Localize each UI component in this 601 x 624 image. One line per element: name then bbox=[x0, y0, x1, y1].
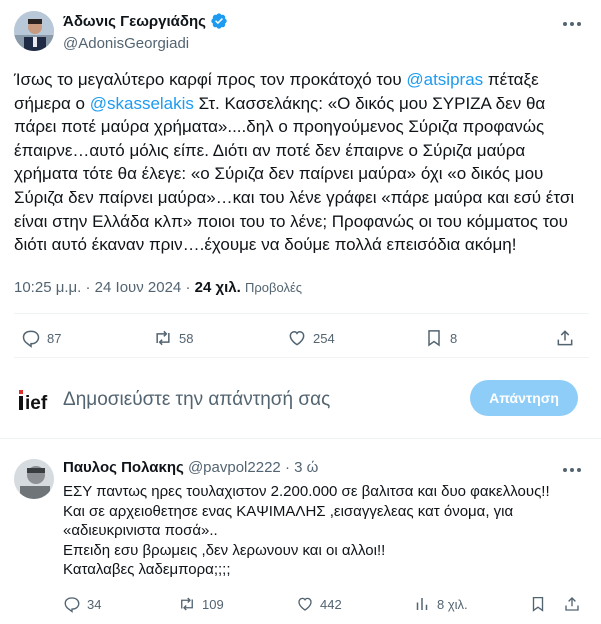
reply-share-action[interactable] bbox=[563, 595, 587, 613]
reply-line: «αδιευκρινιστα ποσά».. bbox=[63, 522, 218, 539]
reply-retweet-count: 109 bbox=[202, 596, 224, 612]
like-count: 254 bbox=[313, 330, 335, 346]
reply-line: Και σε αρχειοθετησε ενας ΚΑΨΙΜΑΛΗΣ ,εισα… bbox=[63, 502, 514, 520]
retweet-icon bbox=[181, 597, 193, 611]
reply-retweet-action[interactable]: 109 bbox=[178, 595, 224, 613]
share-icon bbox=[557, 330, 573, 346]
reply-like-action[interactable]: 442 bbox=[296, 595, 342, 613]
reply-views-action[interactable]: 8 χιλ. bbox=[413, 595, 468, 613]
tweet-line: Ίσως το μεγαλύτερο καρφί προς τον προκάτ… bbox=[14, 68, 589, 92]
mention-link[interactable]: @atsipras bbox=[406, 70, 483, 89]
tweet-line: Σύριζα δεν παίρνει μαύρα»…και του λένε γ… bbox=[14, 186, 589, 210]
tweet-text-segment: πέταξε bbox=[483, 70, 539, 89]
reply-reply-action[interactable]: 34 bbox=[63, 595, 101, 613]
reply-icon bbox=[22, 330, 40, 348]
tweet-text-segment: σήμερα ο bbox=[14, 93, 90, 113]
bookmark-icon bbox=[428, 330, 440, 347]
share-action[interactable] bbox=[555, 328, 581, 348]
reply-bookmark-action[interactable] bbox=[529, 595, 553, 613]
reply-header: Παυλος Πολακης @pavpol2222 · 3 ώ bbox=[63, 459, 318, 476]
heart-icon bbox=[298, 597, 312, 611]
heart-icon bbox=[289, 330, 305, 346]
bookmark-icon bbox=[532, 596, 544, 612]
tweet-line: έπαιρνε…αυτό μόλις είπε. Διότι αν ποτέ δ… bbox=[14, 139, 589, 163]
reply-separator: · bbox=[284, 459, 290, 476]
tweet-text-segment: χρήματα τότε θα έλεγε: «ο Σύριζα δεν παί… bbox=[14, 164, 544, 184]
tweet-line: είναι στην Ελλάδα κλπ» ποιοι του το λένε… bbox=[14, 210, 589, 234]
reply-views-count: 8 χιλ. bbox=[437, 596, 468, 612]
divider bbox=[14, 357, 589, 358]
author-avatar[interactable] bbox=[14, 11, 54, 51]
tweet-line: σήμερα ο @skasselakis Στ. Κασσελάκης: «Ο… bbox=[14, 92, 589, 116]
share-icon bbox=[565, 597, 579, 611]
reply-input[interactable]: Δημοσιεύστε την απάντησή σας bbox=[63, 389, 330, 411]
reply-line: Επειδη εσυ βρωμεις ,δεν λερωνουν και οι … bbox=[63, 541, 386, 559]
bookmark-count: 8 bbox=[450, 330, 458, 346]
views-count: 24 χιλ. bbox=[194, 279, 241, 296]
tweet-text-segment: έπαιρνε…αυτό μόλις είπε. Διότι αν ποτέ δ… bbox=[14, 140, 526, 160]
logo-text: ief bbox=[25, 393, 48, 412]
bookmark-action[interactable]: 8 bbox=[424, 328, 457, 348]
more-options-icon[interactable] bbox=[560, 14, 584, 34]
reply-author-name[interactable]: Παυλος Πολακης bbox=[63, 459, 184, 476]
views-label: Προβολές bbox=[244, 280, 303, 295]
reply-author-handle[interactable]: @pavpol2222 bbox=[188, 459, 281, 476]
meta-separator: · bbox=[185, 279, 191, 296]
reply-like-count: 442 bbox=[320, 596, 342, 612]
reply-more-options-icon[interactable] bbox=[560, 460, 584, 480]
tweet-line: χρήματα τότε θα έλεγε: «ο Σύριζα δεν παί… bbox=[14, 162, 589, 186]
tweet-line: πάρει ποτέ μαύρα χρήματα»....δηλ ο προηγ… bbox=[14, 115, 589, 139]
reply-submit-button[interactable]: Απάντηση bbox=[470, 380, 578, 416]
tweet-text-segment: Σύριζα δεν παίρνει μαύρα»…και του λένε γ… bbox=[14, 187, 575, 207]
author-name[interactable]: Άδωνις Γεωργιάδης bbox=[63, 13, 206, 30]
mention-link[interactable]: @skasselakis bbox=[90, 94, 194, 113]
retweet-action[interactable]: 58 bbox=[153, 328, 193, 348]
tweet-time[interactable]: 10:25 μ.μ. bbox=[14, 279, 81, 296]
divider bbox=[0, 438, 601, 439]
tweet-text-segment: πάρει ποτέ μαύρα χρήματα»....δηλ ο προηγ… bbox=[14, 117, 545, 137]
reply-line: Καταλαβες λαδεμπορα;;;; bbox=[63, 561, 231, 578]
retweet-count: 58 bbox=[179, 330, 194, 346]
tweet-text-segment: Στ. Κασσελάκης: «Ο δικός μου ΣΥΡΙΖΑ δεν … bbox=[193, 93, 546, 113]
reply-count: 87 bbox=[47, 330, 62, 346]
author-handle[interactable]: @AdonisGeorgiadi bbox=[63, 35, 189, 52]
tweet-line: διότι αυτό έκαναν πριν….έχουμε να δούμε … bbox=[14, 233, 589, 257]
reply-line: ΕΣΥ παντως ηρες τουλαχιστον 2.200.000 σε… bbox=[63, 483, 550, 500]
reply-reply-count: 34 bbox=[87, 596, 102, 612]
tweet-date[interactable]: 24 Ιουν 2024 bbox=[95, 279, 182, 296]
reply-time[interactable]: 3 ώ bbox=[294, 459, 318, 476]
retweet-icon bbox=[156, 330, 170, 346]
tweet-text-segment: είναι στην Ελλάδα κλπ» ποιοι του το λένε… bbox=[14, 211, 568, 231]
tweet-text-segment: Ίσως το μεγαλύτερο καρφί προς τον προκάτ… bbox=[14, 70, 407, 89]
divider bbox=[14, 313, 589, 314]
author-name-row[interactable]: Άδωνις Γεωργιάδης bbox=[63, 12, 228, 30]
tweet-meta: 10:25 μ.μ. · 24 Ιουν 2024 · 24 χιλ. Προβ… bbox=[14, 279, 302, 296]
analytics-icon bbox=[416, 598, 428, 610]
verified-badge-icon bbox=[211, 13, 227, 29]
like-action[interactable]: 254 bbox=[287, 328, 335, 348]
tweet-text: Ίσως το μεγαλύτερο καρφί προς τον προκάτ… bbox=[14, 68, 589, 257]
reply-author-avatar[interactable] bbox=[14, 459, 54, 499]
tweet-text-segment: διότι αυτό έκαναν πριν….έχουμε να δούμε … bbox=[14, 235, 517, 255]
meta-separator: · bbox=[85, 279, 91, 296]
reply-action[interactable]: 87 bbox=[21, 328, 61, 348]
reply-text: ΕΣΥ παντως ηρες τουλαχιστον 2.200.000 σε… bbox=[63, 482, 583, 580]
user-avatar-logo[interactable]: ief bbox=[18, 388, 52, 414]
reply-icon bbox=[64, 597, 80, 613]
